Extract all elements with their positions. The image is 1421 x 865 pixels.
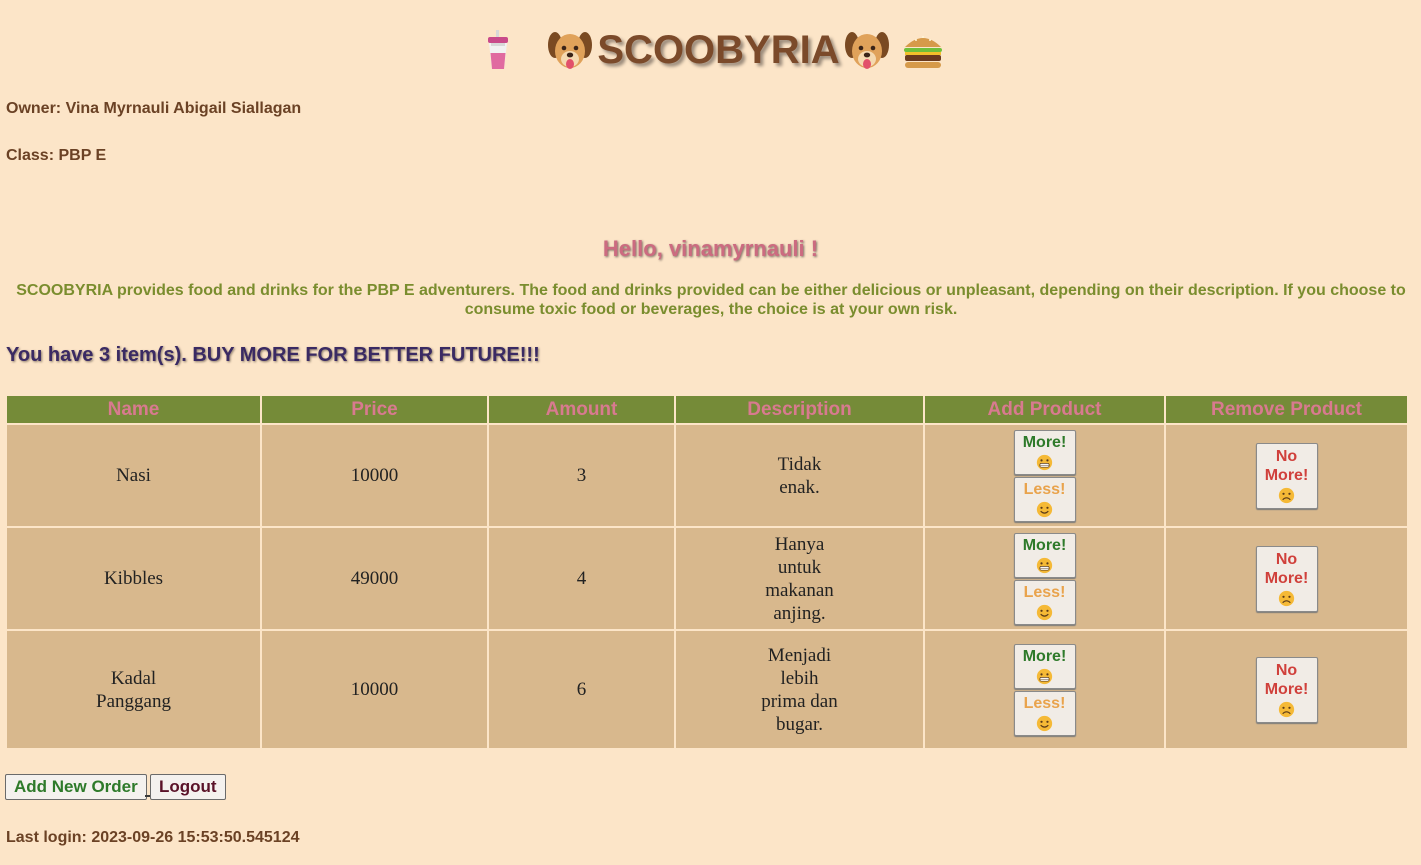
remove-product-cell: No More! [1166,631,1407,748]
remove-button-label: No More! [1264,447,1309,484]
smiling-face-icon [1036,715,1053,731]
product-description-text: Tidak enak. [777,453,822,498]
product-description: Menjadi lebih prima dan bugar. [676,631,923,748]
add-product-cell: More! Less! [925,631,1164,748]
product-name-text: Kibbles [103,568,164,589]
less-button-label: Less! [1023,694,1066,712]
greeting-heading: Hello, vinamyrnauli ! [602,236,819,261]
add-new-order-button[interactable]: Add New Order [5,774,147,800]
owner-label: Owner: Vina Myrnauli Abigail Siallagan [6,100,302,117]
dog-face-icon [548,32,593,69]
column-header-remove-product: Remove Product [1166,396,1407,423]
dog-face-icon [844,32,889,69]
grinning-face-icon [1036,668,1053,684]
remove-product-cell: No More! [1166,425,1407,526]
less-button-label: Less! [1023,583,1066,601]
more-button-label: More! [1022,433,1067,451]
remove-button-label: No More! [1264,661,1309,698]
app-title: SCOOBYRIA [597,27,840,72]
product-name: Kadal Panggang [7,631,260,748]
more-button-label: More! [1022,647,1067,665]
last-login-label: Last login: 2023-09-26 15:53:50.545124 [6,829,300,846]
more-button[interactable]: More! [1013,532,1076,578]
class-label: Class: PBP E [6,147,107,164]
remove-product-button[interactable]: No More! [1255,656,1318,723]
remove-product-cell: No More! [1166,528,1407,629]
frowning-face-icon [1278,487,1295,503]
drink-cup-icon [488,30,509,69]
column-header-price: Price [262,396,487,423]
table-row: Kadal Panggang 10000 6 Menjadi lebih pri… [7,631,1407,748]
table-row: Nasi 10000 3 Tidak enak. More! Less! No … [7,425,1407,526]
less-button[interactable]: Less! [1013,579,1076,625]
more-button-label: More! [1022,536,1067,554]
product-price: 10000 [262,631,487,748]
column-header-description: Description [676,396,923,423]
product-name-text: Nasi [116,465,151,486]
product-name: Nasi [7,425,260,526]
page-header: SCOOBYRIA [0,24,1421,76]
remove-product-button[interactable]: No More! [1255,442,1318,509]
more-button[interactable]: More! [1013,643,1076,689]
frowning-face-icon [1278,701,1295,717]
remove-button-label: No More! [1264,550,1309,587]
column-header-name: Name [7,396,260,423]
item-count-message: You have 3 item(s). BUY MORE FOR BETTER … [6,344,540,366]
product-description: Hanya untuk makanan anjing. [676,528,923,629]
product-amount: 6 [489,631,674,748]
product-amount: 3 [489,425,674,526]
app-description: SCOOBYRIA provides food and drinks for t… [16,282,1406,318]
table-header-row: Name Price Amount Description Add Produc… [7,396,1407,423]
burger-icon [903,36,942,68]
column-header-add-product: Add Product [925,396,1164,423]
column-header-amount: Amount [489,396,674,423]
add-product-cell: More! Less! [925,528,1164,629]
product-name: Kibbles [7,528,260,629]
table-row: Kibbles 49000 4 Hanya untuk makanan anji… [7,528,1407,629]
grinning-face-icon [1036,557,1053,573]
less-button[interactable]: Less! [1013,476,1076,522]
products-table: Name Price Amount Description Add Produc… [5,394,1409,750]
less-button[interactable]: Less! [1013,690,1076,736]
product-price: 10000 [262,425,487,526]
add-product-cell: More! Less! [925,425,1164,526]
remove-product-button[interactable]: No More! [1255,545,1318,612]
less-button-label: Less! [1023,480,1066,498]
product-description-text: Menjadi lebih prima dan bugar. [761,644,838,735]
product-description: Tidak enak. [676,425,923,526]
product-description-text: Hanya untuk makanan anjing. [765,533,834,624]
frowning-face-icon [1278,590,1295,606]
grinning-face-icon [1036,454,1053,470]
logout-button[interactable]: Logout [150,774,226,800]
page: SCOOBYRIA Owner: Vina Myrnauli Abigail S… [0,0,1421,865]
smiling-face-icon [1036,501,1053,517]
product-amount: 4 [489,528,674,629]
product-price: 49000 [262,528,487,629]
more-button[interactable]: More! [1013,429,1076,475]
smiling-face-icon [1036,604,1053,620]
product-name-text: Kadal Panggang [96,667,171,712]
